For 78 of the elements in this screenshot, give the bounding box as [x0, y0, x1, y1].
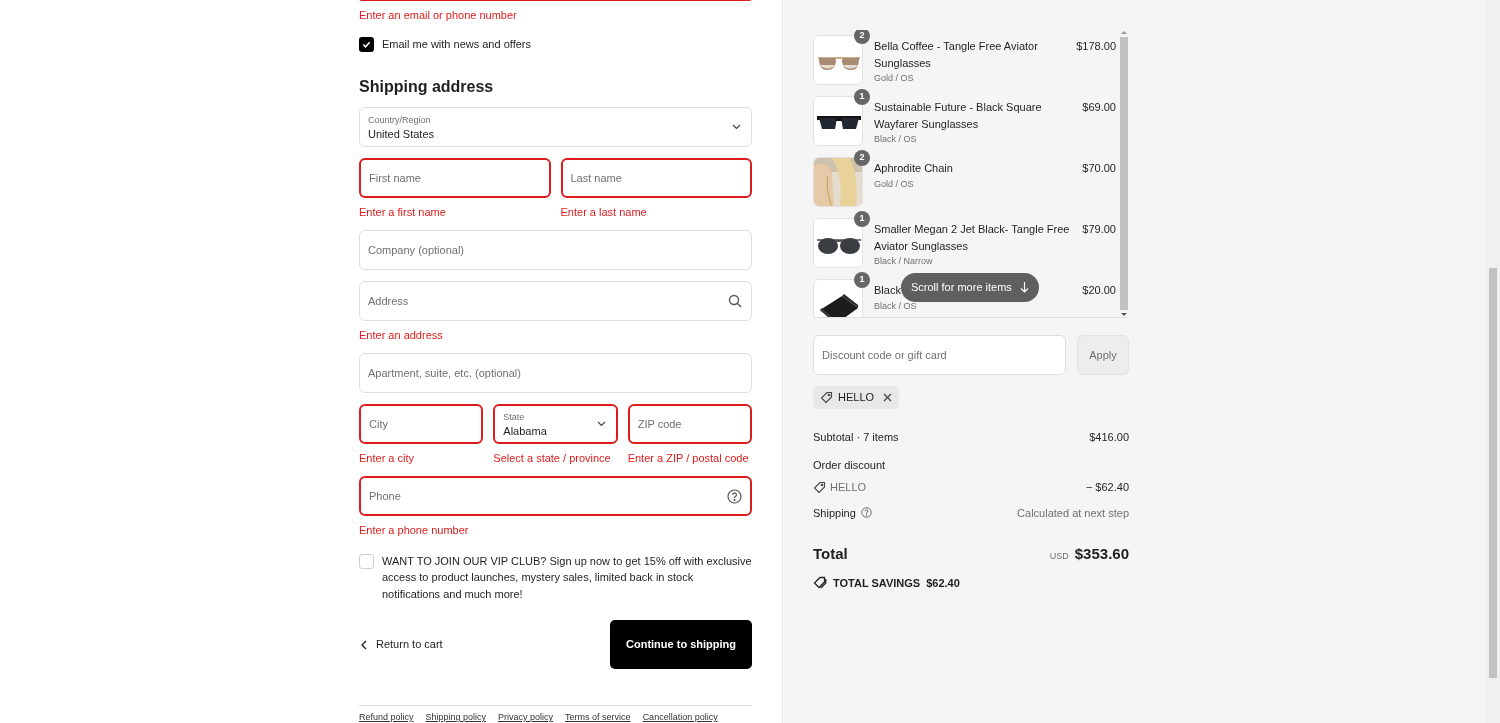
close-icon[interactable] [883, 393, 893, 402]
summary-value: $416.00 [1089, 430, 1129, 445]
quantity-badge: 2 [854, 30, 870, 44]
help-icon[interactable] [727, 488, 742, 504]
input-field[interactable]: Phone [359, 475, 752, 516]
summary-value: − $62.40 [1085, 480, 1129, 495]
summary-label: Shipping [813, 505, 856, 521]
quantity-badge: 1 [854, 89, 870, 105]
product-price: $70.00 [1082, 161, 1117, 176]
error-message: Enter a ZIP / postal code [627, 450, 750, 465]
input-field[interactable]: Last name [560, 157, 752, 198]
chevron-down-icon [596, 420, 606, 427]
footer-link[interactable]: Privacy policy [498, 711, 554, 723]
select-field[interactable]: State Alabama [493, 403, 618, 444]
footer-link[interactable]: Terms of service [565, 711, 631, 723]
chevron-left-icon [361, 639, 367, 650]
quantity-badge: 2 [854, 150, 870, 166]
product-variant: Gold / OS [874, 177, 915, 191]
scroll-up-icon[interactable] [1121, 30, 1127, 35]
savings-label: TOTAL SAVINGS [833, 575, 921, 591]
discount-code: HELLO [830, 480, 867, 495]
summary-label: Order discount [813, 457, 887, 473]
apply-button[interactable]: Apply [1077, 335, 1129, 375]
arrow-down-icon [1019, 282, 1029, 293]
product-price: $79.00 [1082, 222, 1117, 237]
product-price: $20.00 [1082, 283, 1117, 298]
product-title: Sustainable Future - Black Square Wayfarer Sunglasses [874, 100, 1043, 132]
footer-link[interactable]: Shipping policy [425, 711, 487, 723]
product-variant: Black / Narrow [874, 255, 934, 268]
footer-link[interactable]: Refund policy [359, 711, 414, 723]
error-message: Select a state / province [493, 450, 612, 465]
product-variant: Black / OS [874, 299, 918, 313]
help-icon[interactable] [860, 507, 872, 519]
return-link[interactable]: Return to cart [359, 636, 443, 653]
scroll-hint[interactable]: Scroll for more items [901, 273, 1039, 302]
select-field[interactable]: Country/Region United States [359, 106, 752, 147]
error-message: Enter a city [359, 450, 416, 465]
chevron-down-icon [732, 123, 741, 130]
product-variant: Black / OS [874, 133, 918, 146]
footer-link[interactable]: Cancellation policy [642, 711, 718, 723]
scroll-down-icon[interactable] [1121, 312, 1127, 317]
continue-button[interactable]: Continue to shipping [610, 620, 752, 669]
product-title: Black [874, 283, 901, 298]
currency-code: USD [1049, 550, 1069, 563]
product-title: Aphrodite Chain [874, 161, 953, 176]
input-field[interactable]: City [359, 403, 484, 444]
tag-icon [820, 391, 833, 404]
product-variant: Gold / OS [874, 72, 915, 85]
checkbox-label: Email me with news and offers [382, 37, 531, 52]
product-price: $69.00 [1082, 100, 1117, 115]
savings-value: $62.40 [926, 575, 960, 591]
total-label: Total [813, 544, 848, 564]
check-icon [362, 39, 371, 49]
checkbox-label: WANT TO JOIN OUR VIP CLUB? Sign up now to get 15% off with exclusive access to product launches, mystery sales, limited back in stock notifications and much more! [382, 553, 752, 602]
total-value: $353.60 [1074, 544, 1129, 564]
input-field[interactable]: ZIP code [627, 403, 752, 444]
discount-tag: HELLO [813, 386, 900, 409]
search-icon[interactable] [728, 293, 742, 308]
checkbox[interactable] [359, 553, 374, 569]
input-field[interactable]: First name [359, 157, 551, 198]
page-scrollbar[interactable] [1486, 0, 1500, 723]
tag-icon [813, 480, 826, 494]
checkbox[interactable] [359, 36, 374, 52]
product-price: $178.00 [1076, 39, 1117, 54]
error-message: Enter an email or phone number [359, 8, 518, 22]
list-scrollbar[interactable] [1119, 30, 1129, 317]
quantity-badge: 1 [854, 272, 870, 288]
summary-label: Subtotal · 7 items [813, 430, 899, 445]
error-message: Enter a phone number [359, 522, 470, 537]
error-message: Enter a last name [560, 204, 648, 219]
error-message: Enter a first name [359, 204, 447, 219]
product-title: Bella Coffee - Tangle Free Aviator Sunglasses [874, 39, 1039, 71]
product-title: Smaller Megan 2 Jet Black- Tangle Free Aviator Sunglasses [874, 222, 1071, 254]
section-heading: Shipping address [359, 76, 495, 97]
summary-value: Calculated at next step [1017, 505, 1129, 521]
quantity-badge: 1 [854, 211, 870, 227]
tags-icon [813, 576, 827, 590]
error-message: Enter an address [359, 327, 444, 342]
